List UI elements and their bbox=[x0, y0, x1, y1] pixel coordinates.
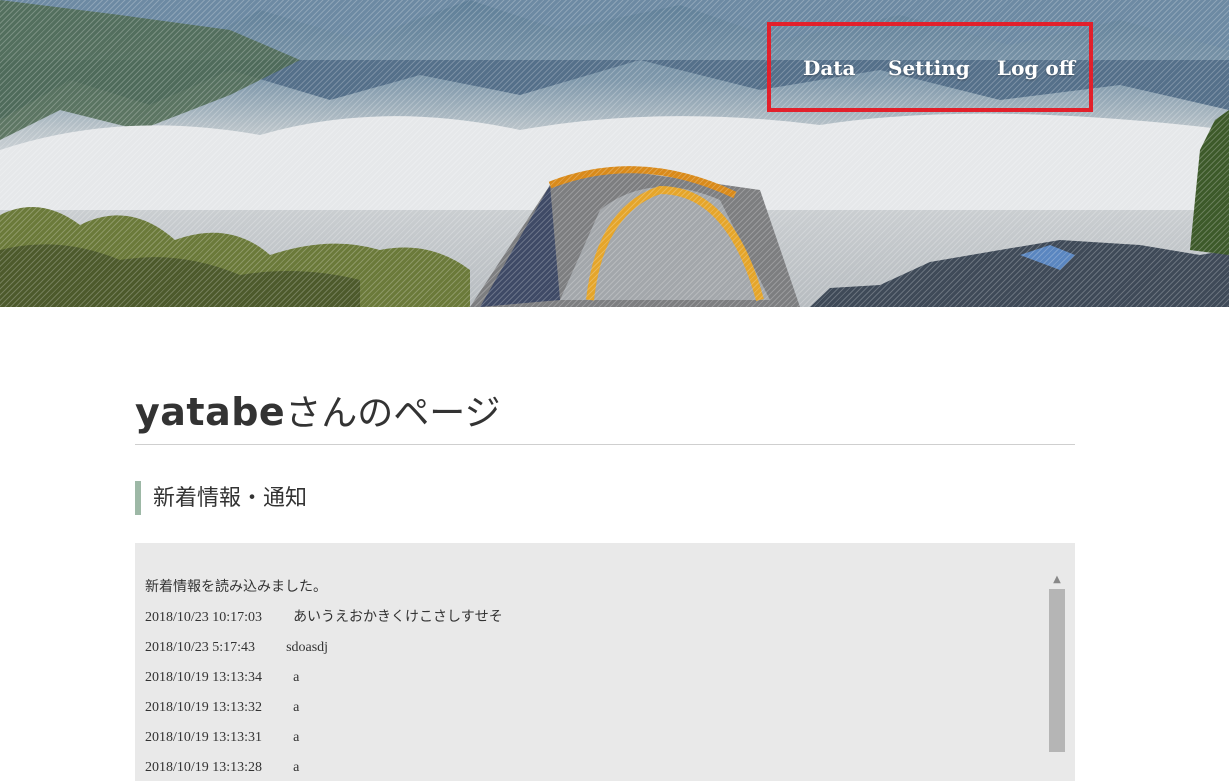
news-item: 2018/10/19 13:13:28 a bbox=[145, 757, 1045, 781]
news-item-timestamp: 2018/10/19 13:13:32 bbox=[145, 700, 263, 715]
news-item: 2018/10/19 13:13:32 a bbox=[145, 697, 1045, 727]
news-item-message: a bbox=[293, 760, 300, 775]
news-item-message: a bbox=[293, 700, 300, 715]
news-item-timestamp: 2018/10/23 10:17:03 bbox=[145, 610, 263, 625]
news-item-timestamp: 2018/10/19 13:13:31 bbox=[145, 730, 263, 745]
news-item-timestamp: 2018/10/23 5:17:43 bbox=[145, 640, 256, 655]
news-list: 新着情報を読み込みました。 2018/10/23 10:17:03 あいうえおかき… bbox=[145, 577, 1045, 781]
hero-banner: Data Setting Log off bbox=[0, 0, 1229, 307]
news-item: 2018/10/23 10:17:03 あいうえおかきくけこさしすせそ bbox=[145, 607, 1045, 637]
nav-setting-link[interactable]: Setting bbox=[888, 56, 970, 80]
page-title-username: yatabe bbox=[135, 390, 286, 434]
scroll-up-arrow-icon[interactable]: ▲ bbox=[1049, 573, 1065, 587]
news-item-timestamp: 2018/10/19 13:13:34 bbox=[145, 670, 263, 685]
news-item: 2018/10/23 5:17:43 sdoasdj bbox=[145, 637, 1045, 667]
news-scrollbar[interactable]: ▲ bbox=[1049, 573, 1065, 781]
news-intro-text: 新着情報を読み込みました。 bbox=[145, 579, 327, 595]
news-item: 2018/10/19 13:13:34 a bbox=[145, 667, 1045, 697]
page-title-suffix: さんのページ bbox=[285, 393, 501, 434]
news-panel: 新着情報を読み込みました。 2018/10/23 10:17:03 あいうえおかき… bbox=[135, 543, 1075, 781]
news-item-message: a bbox=[293, 730, 300, 745]
news-item-timestamp: 2018/10/19 13:13:28 bbox=[145, 760, 263, 775]
news-item-message: sdoasdj bbox=[286, 640, 329, 655]
news-item-message: a bbox=[293, 670, 300, 685]
main-navigation: Data Setting Log off bbox=[767, 22, 1093, 112]
news-item-message: あいうえおかきくけこさしすせそ bbox=[293, 609, 503, 625]
scrollbar-thumb[interactable] bbox=[1049, 589, 1065, 752]
news-section-heading: 新着情報・通知 bbox=[135, 481, 307, 515]
nav-logoff-link[interactable]: Log off bbox=[997, 56, 1075, 80]
news-item: 2018/10/19 13:13:31 a bbox=[145, 727, 1045, 757]
page-title: yatabeさんのページ bbox=[135, 384, 1075, 445]
nav-data-link[interactable]: Data bbox=[803, 56, 856, 80]
